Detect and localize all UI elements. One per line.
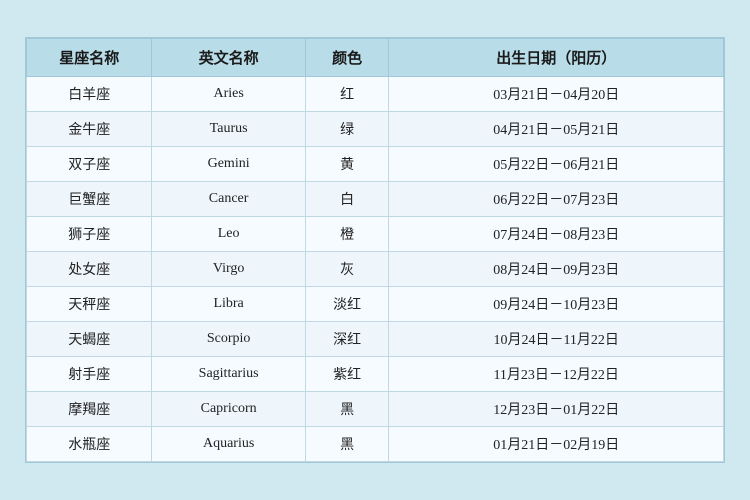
table-row: 处女座Virgo灰08月24日－09月23日 bbox=[27, 252, 724, 287]
table-row: 白羊座Aries红03月21日－04月20日 bbox=[27, 77, 724, 112]
cell-english: Sagittarius bbox=[152, 357, 305, 392]
cell-color: 灰 bbox=[305, 252, 389, 287]
cell-chinese: 狮子座 bbox=[27, 217, 152, 252]
cell-color: 橙 bbox=[305, 217, 389, 252]
cell-chinese: 射手座 bbox=[27, 357, 152, 392]
cell-english: Aries bbox=[152, 77, 305, 112]
cell-chinese: 天秤座 bbox=[27, 287, 152, 322]
table-row: 金牛座Taurus绿04月21日－05月21日 bbox=[27, 112, 724, 147]
cell-date: 09月24日－10月23日 bbox=[389, 287, 724, 322]
cell-english: Cancer bbox=[152, 182, 305, 217]
table-row: 射手座Sagittarius紫红11月23日－12月22日 bbox=[27, 357, 724, 392]
cell-chinese: 摩羯座 bbox=[27, 392, 152, 427]
cell-color: 黑 bbox=[305, 427, 389, 462]
cell-color: 淡红 bbox=[305, 287, 389, 322]
cell-date: 12月23日－01月22日 bbox=[389, 392, 724, 427]
cell-chinese: 金牛座 bbox=[27, 112, 152, 147]
cell-date: 01月21日－02月19日 bbox=[389, 427, 724, 462]
table-row: 水瓶座Aquarius黑01月21日－02月19日 bbox=[27, 427, 724, 462]
cell-english: Virgo bbox=[152, 252, 305, 287]
cell-chinese: 处女座 bbox=[27, 252, 152, 287]
header-color: 颜色 bbox=[305, 39, 389, 77]
table-row: 狮子座Leo橙07月24日－08月23日 bbox=[27, 217, 724, 252]
cell-date: 06月22日－07月23日 bbox=[389, 182, 724, 217]
header-chinese: 星座名称 bbox=[27, 39, 152, 77]
cell-chinese: 巨蟹座 bbox=[27, 182, 152, 217]
table-row: 双子座Gemini黄05月22日－06月21日 bbox=[27, 147, 724, 182]
cell-date: 08月24日－09月23日 bbox=[389, 252, 724, 287]
cell-english: Taurus bbox=[152, 112, 305, 147]
cell-english: Scorpio bbox=[152, 322, 305, 357]
cell-color: 白 bbox=[305, 182, 389, 217]
cell-date: 05月22日－06月21日 bbox=[389, 147, 724, 182]
cell-chinese: 白羊座 bbox=[27, 77, 152, 112]
cell-color: 深红 bbox=[305, 322, 389, 357]
zodiac-table-container: 星座名称 英文名称 颜色 出生日期（阳历） 白羊座Aries红03月21日－04… bbox=[25, 37, 725, 463]
cell-date: 07月24日－08月23日 bbox=[389, 217, 724, 252]
cell-color: 黄 bbox=[305, 147, 389, 182]
cell-date: 04月21日－05月21日 bbox=[389, 112, 724, 147]
table-row: 巨蟹座Cancer白06月22日－07月23日 bbox=[27, 182, 724, 217]
header-english: 英文名称 bbox=[152, 39, 305, 77]
cell-english: Gemini bbox=[152, 147, 305, 182]
cell-date: 11月23日－12月22日 bbox=[389, 357, 724, 392]
cell-chinese: 水瓶座 bbox=[27, 427, 152, 462]
cell-date: 03月21日－04月20日 bbox=[389, 77, 724, 112]
cell-english: Leo bbox=[152, 217, 305, 252]
table-row: 天秤座Libra淡红09月24日－10月23日 bbox=[27, 287, 724, 322]
cell-date: 10月24日－11月22日 bbox=[389, 322, 724, 357]
header-date: 出生日期（阳历） bbox=[389, 39, 724, 77]
cell-english: Capricorn bbox=[152, 392, 305, 427]
cell-english: Aquarius bbox=[152, 427, 305, 462]
table-row: 摩羯座Capricorn黑12月23日－01月22日 bbox=[27, 392, 724, 427]
cell-chinese: 双子座 bbox=[27, 147, 152, 182]
table-row: 天蝎座Scorpio深红10月24日－11月22日 bbox=[27, 322, 724, 357]
table-header-row: 星座名称 英文名称 颜色 出生日期（阳历） bbox=[27, 39, 724, 77]
cell-color: 绿 bbox=[305, 112, 389, 147]
cell-english: Libra bbox=[152, 287, 305, 322]
cell-chinese: 天蝎座 bbox=[27, 322, 152, 357]
zodiac-table: 星座名称 英文名称 颜色 出生日期（阳历） 白羊座Aries红03月21日－04… bbox=[26, 38, 724, 462]
cell-color: 红 bbox=[305, 77, 389, 112]
cell-color: 黑 bbox=[305, 392, 389, 427]
cell-color: 紫红 bbox=[305, 357, 389, 392]
